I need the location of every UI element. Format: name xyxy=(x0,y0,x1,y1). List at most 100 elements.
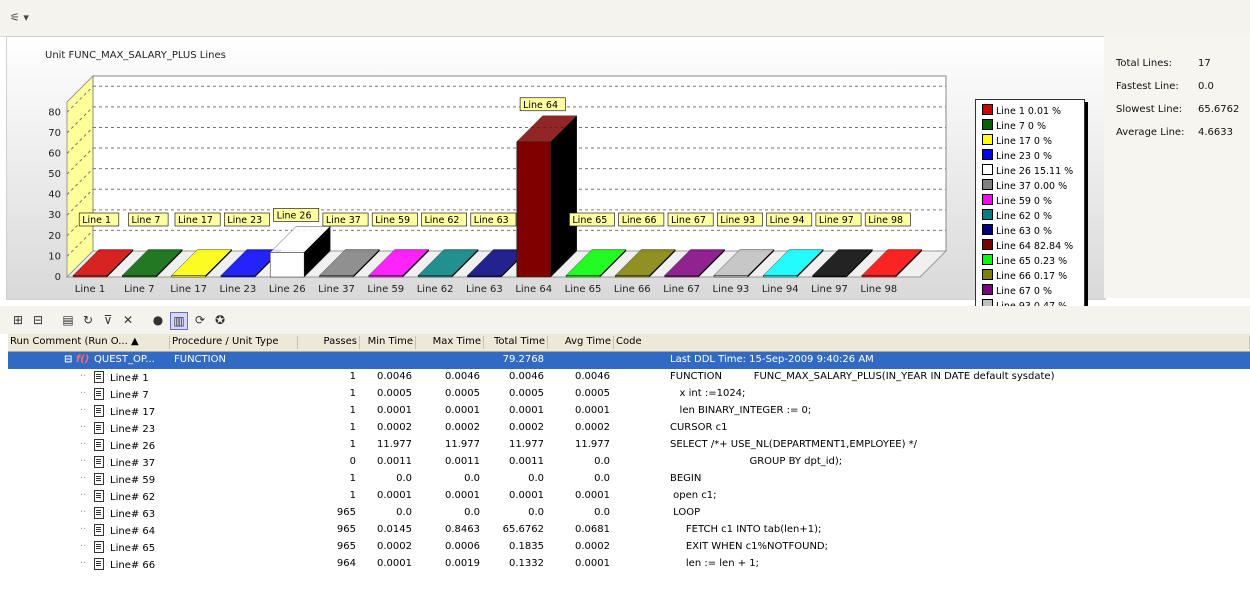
document-icon xyxy=(94,524,104,536)
data-label: Line 26 xyxy=(277,210,312,221)
line-name: Line# 65 xyxy=(110,543,156,554)
code-text: SELECT /*+ USE_NL(DEPARTMENT1,EMPLOYEE) … xyxy=(670,439,918,450)
filter-icon[interactable]: ⊽ xyxy=(100,312,116,328)
legend-item: Line 62 0 % xyxy=(982,209,1052,222)
legend-item: Line 64 82.84 % xyxy=(982,239,1073,252)
avg-time: 0.0 xyxy=(594,507,610,518)
table-row[interactable]: ·· Line# 37 0 0.0011 0.0011 0.0011 0.0 GROUP B… xyxy=(8,454,1250,471)
max-time: 0.0046 xyxy=(445,371,480,382)
data-label: Line 1 xyxy=(82,215,111,226)
code-text: FUNCTION FUNC_MAX_SALARY_PLUS(IN_YEAR IN… xyxy=(670,371,1055,382)
tools-icon[interactable]: ✪ xyxy=(212,312,228,328)
total-time: 79.2768 xyxy=(502,354,544,365)
max-time: 0.0001 xyxy=(445,405,480,416)
min-time: 0.0001 xyxy=(377,405,412,416)
max-time: 0.0001 xyxy=(445,490,480,501)
line-name: Line# 64 xyxy=(110,526,156,537)
rotate-icon[interactable]: ⟳ xyxy=(192,312,208,328)
table-row[interactable]: ·· Line# 63 965 0.0 0.0 0.0 0.0 LOOP xyxy=(8,505,1250,522)
table-row-parent[interactable]: ⊟ f() QUEST_OP... FUNCTION 79.2768 Last DDL… xyxy=(8,352,1250,369)
data-label: Line 97 xyxy=(819,215,854,226)
chart-options-icon[interactable]: ⚟ ▾ xyxy=(10,11,29,24)
toggle-icon[interactable]: ● xyxy=(150,312,166,328)
data-label: Line 17 xyxy=(178,215,213,226)
stat-label: Fastest Line: xyxy=(1116,81,1179,92)
stat-value: 4.6633 xyxy=(1198,127,1233,138)
legend-item: Line 66 0.17 % xyxy=(982,269,1067,282)
table-row[interactable]: ·· Line# 65 965 0.0002 0.0006 0.1835 0.0002 EX… xyxy=(8,539,1250,556)
data-label: Line 66 xyxy=(622,215,657,226)
max-time: 0.0006 xyxy=(445,541,480,552)
data-label: Line 65 xyxy=(572,215,607,226)
column-header[interactable]: Max Time xyxy=(416,336,484,349)
top-toolbar: ⚟ ▾ xyxy=(0,0,1250,37)
table-row[interactable]: ·· Line# 59 1 0.0 0.0 0.0 0.0 BEGIN xyxy=(8,471,1250,488)
chart-view-icon[interactable]: ▥ xyxy=(170,312,188,330)
y-tick-label: 40 xyxy=(48,190,61,201)
table-row[interactable]: ·· Line# 7 1 0.0005 0.0005 0.0005 0.0005 x int… xyxy=(8,386,1250,403)
stat-label: Total Lines: xyxy=(1116,58,1172,69)
column-header[interactable]: Code xyxy=(614,336,1250,349)
avg-time: 0.0005 xyxy=(575,388,610,399)
data-label: Line 94 xyxy=(770,215,805,226)
column-header[interactable]: Avg Time xyxy=(548,336,614,349)
document-icon xyxy=(94,490,104,502)
total-time: 0.1835 xyxy=(509,541,544,552)
avg-time: 0.0001 xyxy=(575,405,610,416)
legend-swatch xyxy=(982,194,993,205)
line-name: Line# 66 xyxy=(110,560,156,571)
table-row[interactable]: ·· Line# 17 1 0.0001 0.0001 0.0001 0.0001 len … xyxy=(8,403,1250,420)
table-row[interactable]: ·· Line# 66 964 0.0001 0.0019 0.1332 0.0001 le… xyxy=(8,556,1250,573)
tree-connector: ·· xyxy=(80,405,87,416)
code-text: Last DDL Time: 15-Sep-2009 9:40:26 AM xyxy=(670,354,874,365)
legend-swatch xyxy=(982,224,993,235)
x-tick-label: Line 93 xyxy=(713,284,750,295)
max-time: 0.0019 xyxy=(445,558,480,569)
stat-label: Average Line: xyxy=(1116,127,1185,138)
table-row[interactable]: ·· Line# 1 1 0.0046 0.0046 0.0046 0.0046 FUNCTI… xyxy=(8,369,1250,386)
line-cell: Line# 23 xyxy=(94,422,155,435)
line-name: Line# 37 xyxy=(110,458,156,469)
table-row[interactable]: ·· Line# 23 1 0.0002 0.0002 0.0002 0.0002 CURSO… xyxy=(8,420,1250,437)
column-header[interactable]: Total Time xyxy=(484,336,548,349)
collapse-icon[interactable]: ⊟ xyxy=(30,312,46,328)
report-icon[interactable]: ▤ xyxy=(60,312,76,328)
max-time: 0.0 xyxy=(464,473,480,484)
chart-panel: Unit FUNC_MAX_SALARY_PLUS Lines 0 10 20 30 40… xyxy=(6,36,1106,331)
delete-icon[interactable]: ✕ xyxy=(120,312,136,328)
legend-swatch xyxy=(982,104,993,115)
profiler-grid: Run Comment (Run O... ▲ Procedure / Unit … xyxy=(8,334,1250,595)
tree-connector: ·· xyxy=(80,388,87,399)
tree-toggle-icon[interactable]: ⊟ f() xyxy=(64,354,89,365)
line-cell: Line# 1 xyxy=(94,371,149,384)
total-time: 0.0011 xyxy=(509,456,544,467)
avg-time: 0.0002 xyxy=(575,422,610,433)
min-time: 0.0046 xyxy=(377,371,412,382)
legend-label: Line 17 0 % xyxy=(996,136,1053,147)
total-time: 0.0 xyxy=(528,507,544,518)
expand-icon[interactable]: ⊞ xyxy=(10,312,26,328)
data-label: Line 59 xyxy=(375,215,410,226)
table-row[interactable]: ·· Line# 64 965 0.0145 0.8463 65.6762 0.0681 F… xyxy=(8,522,1250,539)
code-text: open c1; xyxy=(670,490,717,501)
tree-connector: ·· xyxy=(80,456,87,467)
column-header[interactable]: Procedure / Unit Type xyxy=(170,336,298,349)
legend-label: Line 59 0 % xyxy=(996,196,1053,207)
table-row[interactable]: ·· Line# 26 1 11.977 11.977 11.977 11.977 SELEC… xyxy=(8,437,1250,454)
column-header[interactable]: Min Time xyxy=(360,336,416,349)
total-time: 0.0001 xyxy=(509,405,544,416)
table-row[interactable]: ·· Line# 62 1 0.0001 0.0001 0.0001 0.0001 open… xyxy=(8,488,1250,505)
passes: 1 xyxy=(349,490,356,501)
data-label: Line 67 xyxy=(671,215,706,226)
max-time: 0.0005 xyxy=(445,388,480,399)
tree-connector: ·· xyxy=(80,422,87,433)
column-header[interactable]: Run Comment (Run O... ▲ xyxy=(8,336,170,349)
summary-panel: Total Lines: 17 Fastest Line: 0.0 Slowest Li… xyxy=(1104,36,1250,298)
legend-swatch xyxy=(982,209,993,220)
document-icon xyxy=(94,541,104,553)
stat-value: 17 xyxy=(1198,58,1211,69)
legend-item: Line 1 0.01 % xyxy=(982,104,1061,117)
x-tick-label: Line 7 xyxy=(124,284,154,295)
column-header[interactable]: Passes xyxy=(298,336,360,349)
refresh-icon[interactable]: ↻ xyxy=(80,312,96,328)
